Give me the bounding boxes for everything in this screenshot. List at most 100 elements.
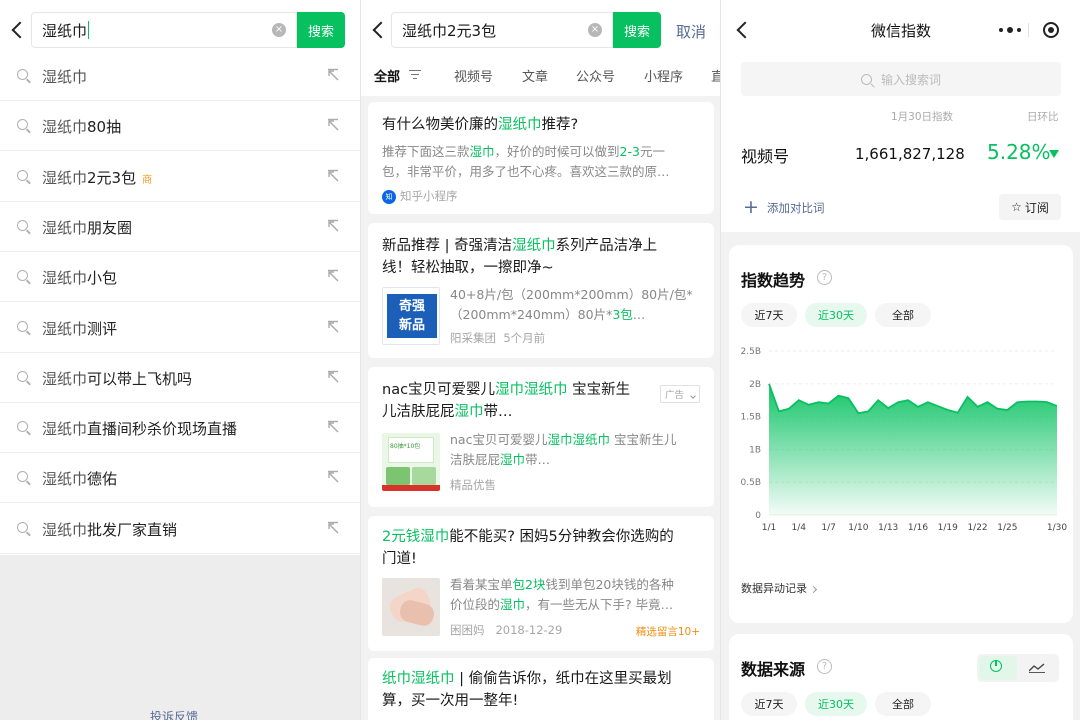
range-30d[interactable]: 近30天 <box>805 692 867 716</box>
data-source-title: 数据来源 <box>741 660 806 679</box>
tab-articles[interactable]: 文章 <box>522 66 548 85</box>
suggestion-label: 湿纸巾80抽 <box>42 118 122 137</box>
x-tick-label: 1/30 <box>1047 523 1067 533</box>
result-source: 阳采集团 5个月前 <box>450 331 546 345</box>
fill-query-arrow-icon[interactable] <box>326 218 340 232</box>
search-button[interactable]: 搜索 <box>613 12 661 48</box>
fill-query-arrow-icon[interactable] <box>326 319 340 333</box>
metric-value: 1,661,827,128 <box>855 145 965 163</box>
y-tick-label: 1.5B <box>741 413 762 423</box>
result-source: 精品优售 <box>450 478 496 492</box>
ad-card[interactable]: nac宝贝可爱婴儿湿巾湿纸巾 宝宝新生 儿洁肤屁屁湿巾带… 广告 80抽*10包… <box>368 367 714 507</box>
day-over-day-label: 日环比 <box>1027 111 1059 123</box>
suggestion-item[interactable]: 湿纸巾直播间秒杀价现场直播 <box>0 403 360 454</box>
search-icon <box>17 471 28 483</box>
index-search-input[interactable]: 输入搜索词 <box>741 62 1061 96</box>
mini-program-capsule <box>983 14 1069 46</box>
search-input[interactable]: 湿纸巾 <box>31 12 297 48</box>
fill-query-arrow-icon[interactable] <box>326 520 340 534</box>
y-tick-label: 0 <box>755 511 761 521</box>
help-icon[interactable]: ? <box>817 659 832 674</box>
suggestion-label: 湿纸巾德佑 <box>42 470 118 489</box>
help-icon[interactable]: ? <box>817 270 832 285</box>
fill-query-arrow-icon[interactable] <box>326 168 340 182</box>
x-tick-label: 1/1 <box>762 523 776 533</box>
add-compare-button[interactable]: 添加对比词 <box>767 200 825 216</box>
trend-card: 指数趋势 ? 近7天 近30天 全部 0 0.5B 1B 1.5B 2B 2.5B 1/1 1… <box>729 245 1073 623</box>
subscribe-button[interactable]: ☆ 订阅 <box>999 194 1061 220</box>
featured-comments-tag: 精选留言10+ <box>635 626 700 638</box>
tab-channels[interactable]: 视频号 <box>454 66 493 85</box>
search-icon <box>17 270 28 282</box>
search-icon <box>17 119 28 131</box>
clear-icon[interactable]: × <box>588 23 602 37</box>
x-tick-label: 1/7 <box>821 523 835 533</box>
suggestion-item[interactable]: 湿纸巾测评 <box>0 303 360 353</box>
clear-icon[interactable]: × <box>272 23 286 37</box>
search-suggestions-screen: 湿纸巾 × 搜索 湿纸巾湿纸巾80抽湿纸巾2元3包商湿纸巾朋友圈 湿纸巾小包湿纸巾… <box>0 0 360 720</box>
x-tick-label: 1/19 <box>938 523 958 533</box>
x-tick-label: 1/13 <box>878 523 898 533</box>
feedback-link[interactable]: 投诉反馈 <box>150 708 198 720</box>
fill-query-arrow-icon[interactable] <box>326 268 340 282</box>
fill-query-arrow-icon[interactable] <box>326 369 340 383</box>
range-all[interactable]: 全部 <box>875 303 931 327</box>
tab-mini-programs[interactable]: 小程序 <box>644 66 683 85</box>
zhihu-icon: 知 <box>382 189 396 204</box>
trend-chart[interactable]: 0 0.5B 1B 1.5B 2B 2.5B 1/1 1/4 1/7 1/10 1/13 1/16 1/… <box>729 337 1073 537</box>
result-card[interactable]: 新品推荐 | 奇强清洁湿纸巾系列产品洁净上 线！轻松抽取，一擦即净~ 奇强 新品 … <box>368 223 714 358</box>
suggestion-label: 湿纸巾可以带上飞机吗 <box>42 369 193 388</box>
fill-query-arrow-icon[interactable] <box>326 67 340 81</box>
search-button[interactable]: 搜索 <box>297 12 345 48</box>
suggestion-item[interactable]: 湿纸巾小包 <box>0 252 360 303</box>
ad-badge[interactable]: 广告 <box>659 385 700 403</box>
suggestion-label: 湿纸巾朋友圈 <box>42 218 133 237</box>
search-icon <box>17 69 28 80</box>
chevron-right-icon <box>809 585 818 593</box>
plus-icon[interactable]: + <box>743 198 759 217</box>
data-source-card: 数据来源 ? 近7天 近30天 全部 <box>729 634 1073 720</box>
search-input[interactable]: 湿纸巾2元3包 <box>391 12 613 48</box>
suggestion-item[interactable]: 湿纸巾朋友圈 <box>0 202 360 252</box>
tab-official-accounts[interactable]: 公众号 <box>576 66 615 85</box>
filter-icon[interactable] <box>409 70 421 80</box>
pie-chart-icon[interactable] <box>990 660 1002 672</box>
anomaly-record-link[interactable]: 数据异动记录 <box>741 580 818 596</box>
result-source: 困困妈 2018-12-29 <box>450 623 563 637</box>
range-7d[interactable]: 近7天 <box>741 692 797 716</box>
suggestion-item[interactable]: 湿纸巾 <box>0 51 360 101</box>
star-icon: ☆ <box>1011 200 1022 214</box>
result-card[interactable]: 有什么物美价廉的湿纸巾推荐? 推荐下面这三款湿巾，好价的时候可以做到2-3元一 … <box>368 102 714 214</box>
y-tick-label: 2B <box>749 380 761 390</box>
suggestion-label: 湿纸巾小包 <box>42 269 118 288</box>
result-card[interactable]: 纸巾湿纸巾 | 偷偷告诉你，纸巾在这里买最划 算，买一次用一整年! <box>368 658 714 720</box>
result-card[interactable]: 2元钱湿巾能不能买? 困妈5分钟教会你选购的 门道! 看着某宝单包2块钱到单包2… <box>368 516 714 651</box>
qiqiang-thumbnail: 奇强 新品 <box>382 287 440 345</box>
tab-all[interactable]: 全部 <box>374 66 400 85</box>
suggestion-item[interactable]: 湿纸巾德佑 <box>0 453 360 504</box>
fill-query-arrow-icon[interactable] <box>326 117 340 131</box>
result-snippet: 40+8片/包（200mm*200mm）80片/包* （200mm*240mm）… <box>450 287 693 322</box>
suggestion-item[interactable]: 湿纸巾80抽 <box>0 101 360 152</box>
trend-title: 指数趋势 <box>741 271 806 290</box>
suggestion-item[interactable]: 湿纸巾可以带上飞机吗 <box>0 353 360 403</box>
merchant-tag: 商 <box>142 174 153 186</box>
suggestion-item[interactable]: 湿纸巾2元3包商 <box>0 152 360 202</box>
range-7d[interactable]: 近7天 <box>741 303 797 327</box>
search-icon <box>17 320 28 332</box>
fill-query-arrow-icon[interactable] <box>326 469 340 483</box>
suggestion-item[interactable]: 湿纸巾批发厂家直销 <box>0 504 360 554</box>
result-source: 知知乎小程序 <box>382 188 458 204</box>
fill-query-arrow-icon[interactable] <box>326 419 340 433</box>
tab-more[interactable]: 直 <box>711 66 720 85</box>
range-30d[interactable]: 近30天 <box>805 303 867 327</box>
cancel-button[interactable]: 取消 <box>676 21 706 42</box>
close-miniprogram-icon[interactable] <box>1043 22 1059 38</box>
result-title: 纸巾湿纸巾 | 偷偷告诉你，纸巾在这里买最划 算，买一次用一整年! <box>382 671 672 709</box>
range-all[interactable]: 全部 <box>875 692 931 716</box>
wechat-index-screen: 微信指数 输入搜索词 1月30日指数 日环比 视频号 1,661,827,128… <box>720 0 1080 720</box>
metric-change-percent: 5.28% <box>987 140 1051 164</box>
more-icon[interactable] <box>999 27 1021 33</box>
result-title: 新品推荐 | 奇强清洁湿纸巾系列产品洁净上 线！轻松抽取，一擦即净~ <box>382 238 658 276</box>
line-chart-icon[interactable] <box>1029 663 1045 673</box>
